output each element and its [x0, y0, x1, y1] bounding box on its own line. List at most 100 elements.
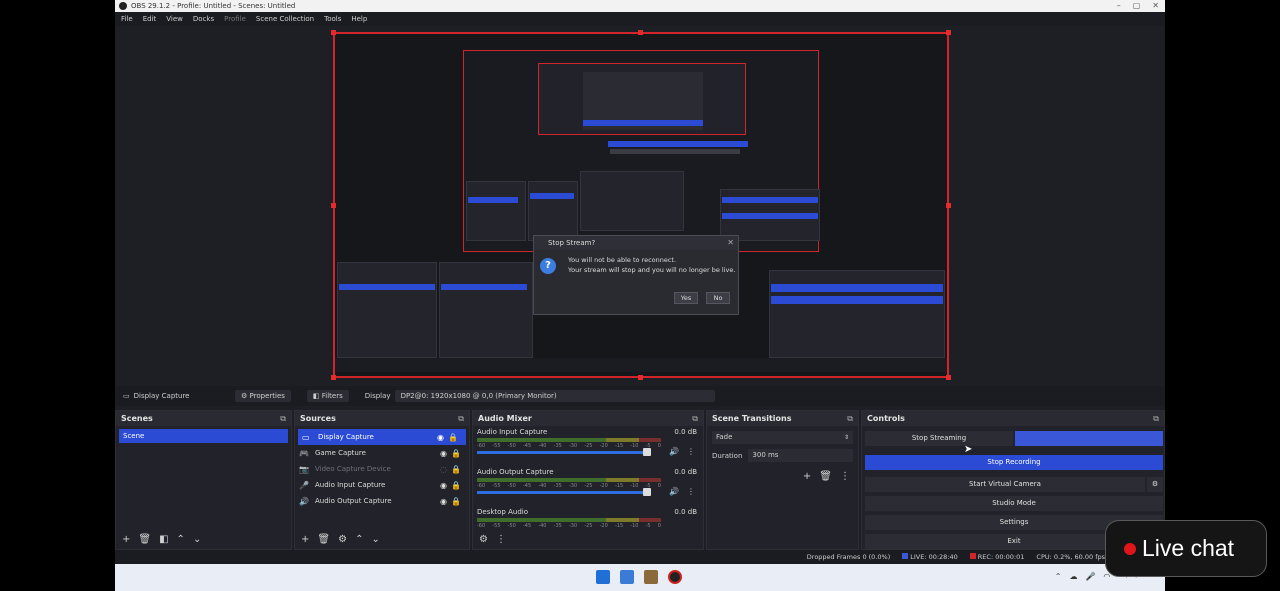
- scene-item[interactable]: Scene: [119, 429, 288, 443]
- resize-handle[interactable]: [946, 375, 951, 380]
- filters-button[interactable]: ◧ Filters: [306, 390, 349, 402]
- menu-profile[interactable]: Profile: [224, 15, 246, 23]
- lock-icon[interactable]: 🔒: [451, 465, 461, 474]
- resize-handle[interactable]: [331, 375, 336, 380]
- eye-icon[interactable]: ◉: [440, 449, 447, 458]
- resize-handle[interactable]: [331, 30, 336, 35]
- stop-stream-dialog: Stop Stream? ✕ ? You will not be able to…: [533, 235, 739, 315]
- stop-streaming-button[interactable]: Stop Streaming: [865, 431, 1013, 446]
- streaming-status-button[interactable]: [1015, 431, 1163, 446]
- dialog-yes-button: Yes: [674, 292, 698, 304]
- resize-handle[interactable]: [946, 30, 951, 35]
- mixer-channel-list: Audio Input Capture 0.0 dB -60 -55 -50 -45 -40…: [473, 426, 703, 546]
- more-icon[interactable]: ⋮: [687, 447, 695, 456]
- resize-handle[interactable]: [638, 375, 643, 380]
- eye-icon[interactable]: ◉: [440, 481, 447, 490]
- trash-icon[interactable]: 🗑: [317, 534, 330, 545]
- obs-taskbar-icon[interactable]: [668, 570, 682, 584]
- add-icon[interactable]: +: [301, 534, 309, 545]
- chevron-up-icon[interactable]: ⌃: [1055, 572, 1062, 581]
- start-icon[interactable]: [596, 570, 610, 584]
- lock-icon[interactable]: 🔒: [451, 497, 461, 506]
- eye-icon[interactable]: ◉: [437, 433, 444, 442]
- lock-icon[interactable]: 🔒: [451, 481, 461, 490]
- resize-handle[interactable]: [946, 203, 951, 208]
- mouse-cursor-icon: ➤: [964, 444, 973, 455]
- source-item[interactable]: 🎮 Game Capture ◉ 🔒: [295, 445, 469, 461]
- desktop-screen: OBS 29.1.2 - Profile: Untitled - Scenes:…: [115, 0, 1165, 591]
- lock-icon[interactable]: 🔒: [448, 433, 458, 442]
- eye-icon[interactable]: ◉: [440, 497, 447, 506]
- source-item[interactable]: ▭ Display Capture ◉ 🔒: [298, 429, 466, 445]
- more-icon[interactable]: ⋮: [687, 487, 695, 496]
- gear-icon[interactable]: ⚙: [338, 534, 347, 545]
- undock-icon[interactable]: ⧉: [458, 414, 464, 424]
- audio-mixer-title: Audio Mixer: [478, 414, 532, 423]
- chevron-up-icon[interactable]: ⌃: [177, 534, 185, 545]
- add-icon[interactable]: +: [803, 471, 811, 482]
- volume-slider-handle[interactable]: [643, 488, 651, 496]
- speaker-icon[interactable]: 🔊: [669, 487, 679, 496]
- start-virtual-camera-button[interactable]: Start Virtual Camera: [865, 477, 1145, 492]
- resize-handle[interactable]: [331, 203, 336, 208]
- volume-slider[interactable]: [477, 491, 649, 494]
- resize-handle[interactable]: [638, 30, 643, 35]
- source-item[interactable]: 🔊 Audio Output Capture ◉ 🔒: [295, 493, 469, 509]
- transition-select[interactable]: Fade ⇕: [712, 431, 853, 444]
- menu-help[interactable]: Help: [351, 15, 367, 23]
- file-explorer-icon[interactable]: [620, 570, 634, 584]
- menu-view[interactable]: View: [166, 15, 183, 23]
- menu-edit[interactable]: Edit: [143, 15, 157, 23]
- trash-icon[interactable]: 🗑: [819, 471, 832, 482]
- trash-icon[interactable]: 🗑: [138, 534, 151, 545]
- gear-icon[interactable]: ⚙: [1147, 477, 1163, 492]
- obs-logo-icon: [119, 2, 127, 10]
- menu-docks[interactable]: Docks: [193, 15, 214, 23]
- transition-value: Fade: [716, 433, 733, 441]
- menu-file[interactable]: File: [121, 15, 133, 23]
- record-dot-icon: [1124, 542, 1136, 555]
- close-button[interactable]: ✕: [1152, 1, 1159, 10]
- chevron-up-icon[interactable]: ⌃: [355, 534, 363, 545]
- cloud-icon[interactable]: ☁: [1069, 572, 1077, 581]
- undock-icon[interactable]: ⧉: [847, 414, 853, 424]
- meter-tick: -45: [522, 443, 532, 449]
- preview-canvas[interactable]: Stop Stream? ✕ ? You will not be able to…: [333, 32, 949, 378]
- source-label: Display Capture: [318, 433, 374, 441]
- add-icon[interactable]: +: [122, 534, 130, 545]
- maximize-button[interactable]: ▢: [1133, 1, 1141, 10]
- speaker-icon[interactable]: 🔊: [669, 447, 679, 456]
- stop-recording-button[interactable]: Stop Recording: [865, 455, 1163, 470]
- undock-icon[interactable]: ⧉: [280, 414, 286, 424]
- duration-input[interactable]: 300 ms: [748, 449, 853, 462]
- studio-mode-button[interactable]: Studio Mode: [865, 496, 1163, 511]
- properties-button[interactable]: ⚙ Properties: [235, 390, 291, 402]
- eye-off-icon[interactable]: ◌: [440, 465, 447, 474]
- menu-scene-collection[interactable]: Scene Collection: [256, 15, 314, 23]
- undock-icon[interactable]: ⧉: [692, 414, 698, 424]
- nested-dock: [466, 181, 526, 241]
- settings-icon[interactable]: ⚙: [479, 534, 488, 545]
- microphone-icon[interactable]: 🎤: [1085, 572, 1095, 581]
- live-indicator: [902, 553, 909, 559]
- undock-icon[interactable]: ⧉: [1153, 414, 1159, 424]
- display-select[interactable]: DP2@0: 1920x1080 @ 0,0 (Primary Monitor): [394, 390, 715, 402]
- source-item[interactable]: 🎤 Audio Input Capture ◉ 🔒: [295, 477, 469, 493]
- nested-dock: [528, 181, 578, 241]
- volume-slider-handle[interactable]: [643, 448, 651, 456]
- window-title: OBS 29.1.2 - Profile: Untitled - Scenes:…: [131, 2, 296, 10]
- sources-dock: Sources ⧉ ▭ Display Capture ◉ 🔒 🎮 Game C…: [294, 410, 470, 550]
- filter-icon[interactable]: ◧: [159, 534, 168, 545]
- chevron-down-icon[interactable]: ⌄: [193, 534, 201, 545]
- live-chat-button[interactable]: Live chat: [1105, 520, 1267, 577]
- lock-icon[interactable]: 🔒: [451, 449, 461, 458]
- app-icon[interactable]: [644, 570, 658, 584]
- menu-tools[interactable]: Tools: [324, 15, 341, 23]
- nested-preview-image: [463, 50, 820, 252]
- more-icon[interactable]: ⋮: [496, 534, 506, 545]
- source-item[interactable]: 📷 Video Capture Device ◌ 🔒: [295, 461, 469, 477]
- chevron-down-icon[interactable]: ⌄: [371, 534, 379, 545]
- volume-slider[interactable]: [477, 451, 649, 454]
- more-icon[interactable]: ⋮: [840, 471, 850, 482]
- minimize-button[interactable]: –: [1117, 1, 1121, 10]
